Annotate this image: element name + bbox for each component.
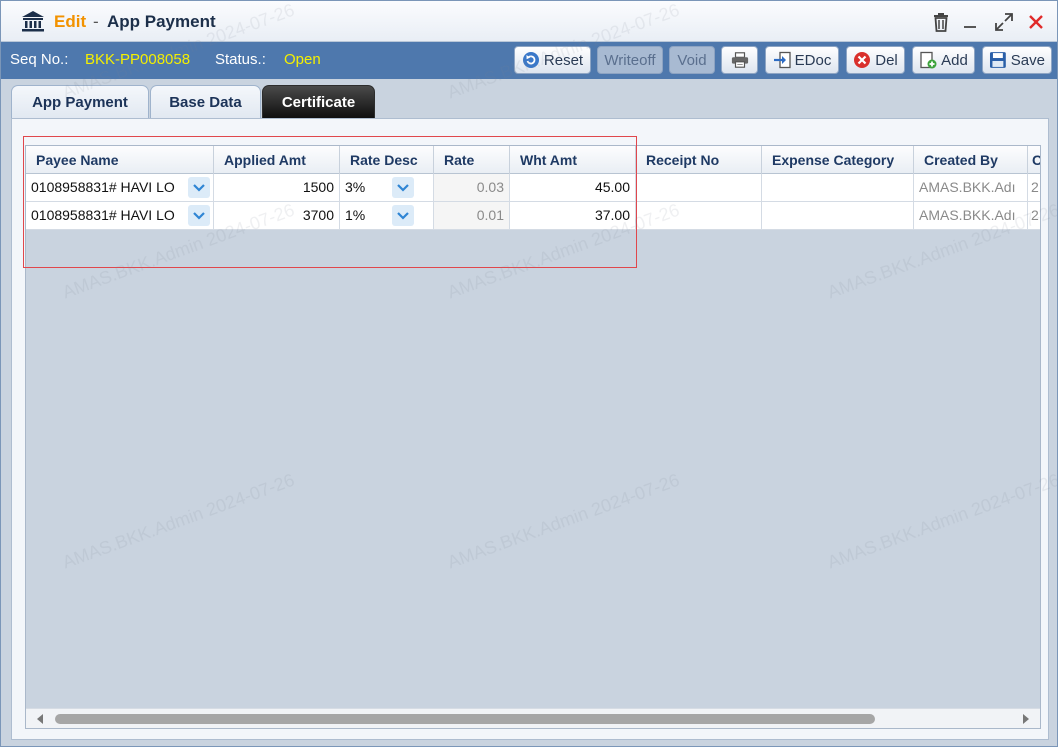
column-header-payee-name[interactable]: Payee Name (26, 146, 214, 174)
created-by-cell: AMAS.BKK.Adı (914, 202, 1028, 229)
column-header-applied-amt[interactable]: Applied Amt (214, 146, 340, 174)
applied-amt-cell[interactable]: 3700 (214, 202, 340, 229)
rate-cell: 0.01 (434, 202, 510, 229)
rate-desc-value: 3% (345, 179, 366, 195)
save-disk-icon (989, 52, 1006, 68)
created-by-cell: AMAS.BKK.Adı (914, 174, 1028, 201)
truncated-cell: 2 (1028, 202, 1040, 229)
window-title: App Payment (107, 12, 216, 31)
rate-desc-cell[interactable]: 3% (340, 174, 434, 201)
wht-amt-cell[interactable]: 45.00 (510, 174, 636, 201)
rate-desc-dropdown-button[interactable] (392, 205, 414, 226)
certificate-panel: Payee Name Applied Amt Rate Desc Rate Wh… (11, 118, 1049, 740)
payee-name-cell[interactable]: 0108958831# HAVI LO (26, 174, 214, 201)
document-import-icon (773, 51, 791, 69)
status-label: Status.: (215, 51, 266, 68)
caret-right-icon (1023, 714, 1029, 724)
tab-app-payment-label: App Payment (32, 94, 128, 111)
refresh-icon (522, 52, 539, 68)
close-icon (1029, 15, 1043, 29)
status-bar: Seq No.: BKK-PP008058 Status.: Open Rese… (1, 42, 1057, 79)
writeoff-label: Writeoff (604, 51, 656, 69)
app-payment-window: Edit - App Payment Seq No.: BKK-PP008058… (0, 0, 1058, 747)
payee-name-value: 0108958831# HAVI LO (31, 179, 175, 195)
bank-icon (22, 11, 44, 32)
add-button[interactable]: Add (912, 46, 975, 74)
writeoff-button[interactable]: Writeoff (597, 46, 663, 74)
rate-desc-dropdown-button[interactable] (392, 177, 414, 198)
payee-name-value: 0108958831# HAVI LO (31, 207, 175, 223)
tab-certificate[interactable]: Certificate (262, 85, 375, 119)
truncated-cell: 2 (1028, 174, 1040, 201)
horizontal-scrollbar[interactable] (26, 708, 1040, 728)
wht-amt-cell[interactable]: 37.00 (510, 202, 636, 229)
void-button[interactable]: Void (669, 46, 715, 74)
maximize-icon (995, 13, 1013, 31)
print-button[interactable] (721, 46, 758, 74)
expense-category-cell[interactable] (762, 174, 914, 201)
receipt-no-cell[interactable] (636, 174, 762, 201)
payee-dropdown-button[interactable] (188, 177, 210, 198)
certificate-grid: Payee Name Applied Amt Rate Desc Rate Wh… (25, 145, 1041, 729)
scroll-left-button[interactable] (34, 713, 46, 725)
delete-label: Del (875, 51, 898, 69)
payee-name-cell[interactable]: 0108958831# HAVI LO (26, 202, 214, 229)
chevron-down-icon (193, 211, 205, 220)
scrollbar-thumb[interactable] (55, 714, 875, 724)
column-header-created-by[interactable]: Created By (914, 146, 1028, 174)
delete-button[interactable]: Del (846, 46, 905, 74)
title-bar: Edit - App Payment (1, 1, 1057, 42)
grid-header: Payee Name Applied Amt Rate Desc Rate Wh… (26, 146, 1040, 174)
reset-button[interactable]: Reset (514, 46, 591, 74)
tab-certificate-label: Certificate (281, 94, 356, 111)
status-value: Open (284, 51, 321, 68)
edoc-button[interactable]: EDoc (765, 46, 839, 74)
expense-category-cell[interactable] (762, 202, 914, 229)
title-separator: - (93, 12, 99, 31)
column-header-receipt-no[interactable]: Receipt No (636, 146, 762, 174)
seq-no-value: BKK-PP008058 (85, 51, 191, 68)
minimize-icon (964, 26, 976, 28)
rate-cell: 0.03 (434, 174, 510, 201)
maximize-button[interactable] (991, 9, 1017, 35)
add-label: Add (941, 51, 968, 69)
payee-dropdown-button[interactable] (188, 205, 210, 226)
delete-icon (854, 52, 871, 68)
table-row[interactable]: 0108958831# HAVI LO 3700 1% 0.01 37.00 A… (26, 202, 1040, 230)
rate-desc-cell[interactable]: 1% (340, 202, 434, 229)
seq-no-label: Seq No.: (10, 51, 69, 68)
reset-label: Reset (543, 51, 584, 69)
table-row[interactable]: 0108958831# HAVI LO 1500 3% 0.03 45.00 A… (26, 174, 1040, 202)
column-header-rate-desc[interactable]: Rate Desc (340, 146, 434, 174)
save-label: Save (1010, 51, 1045, 69)
trash-icon (934, 13, 948, 32)
column-header-wht-amt[interactable]: Wht Amt (510, 146, 636, 174)
column-header-truncated[interactable]: C (1028, 146, 1040, 174)
column-header-expense-category[interactable]: Expense Category (762, 146, 914, 174)
trash-button[interactable] (928, 9, 954, 35)
minimize-button[interactable] (957, 9, 983, 35)
close-button[interactable] (1023, 9, 1049, 35)
window-mode-label: Edit (54, 12, 87, 31)
caret-left-icon (37, 714, 43, 724)
void-label: Void (677, 51, 707, 69)
receipt-no-cell[interactable] (636, 202, 762, 229)
chevron-down-icon (193, 183, 205, 192)
column-header-rate[interactable]: Rate (434, 146, 510, 174)
chevron-down-icon (397, 211, 409, 220)
save-button[interactable]: Save (982, 46, 1052, 74)
scroll-right-button[interactable] (1020, 713, 1032, 725)
applied-amt-cell[interactable]: 1500 (214, 174, 340, 201)
add-document-icon (920, 51, 937, 69)
edoc-label: EDoc (794, 51, 832, 69)
tab-app-payment[interactable]: App Payment (11, 85, 149, 119)
rate-desc-value: 1% (345, 207, 366, 223)
printer-icon (731, 52, 748, 68)
tab-base-data-label: Base Data (169, 94, 242, 111)
chevron-down-icon (397, 183, 409, 192)
tab-base-data[interactable]: Base Data (150, 85, 261, 119)
